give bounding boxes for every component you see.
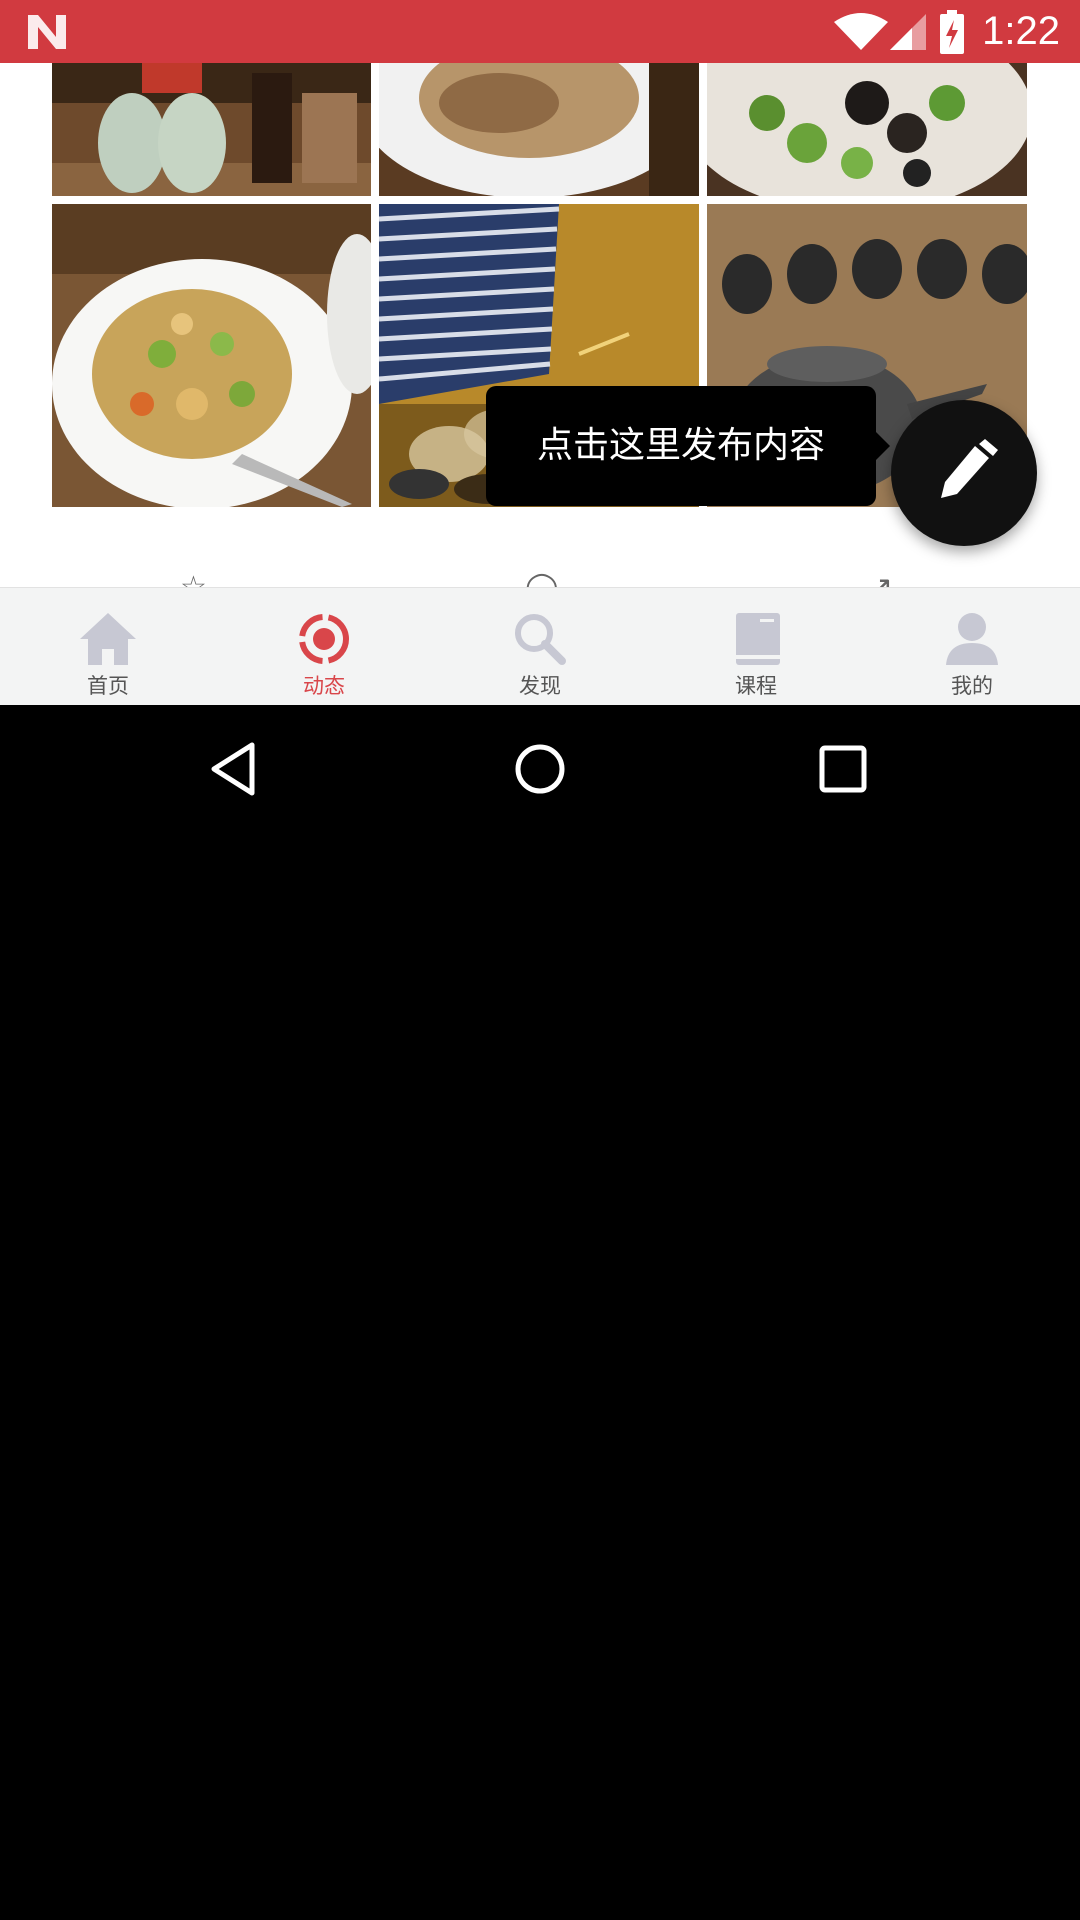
tab-discover[interactable]: 发现 [432,588,648,706]
comment-icon[interactable]: ◯ [525,570,559,588]
tab-label-discover: 发现 [519,674,561,698]
tab-label-home: 首页 [87,674,129,698]
tooltip-text: 点击这里发布内容 [536,425,825,466]
battery-charging-icon [940,10,964,54]
tab-label-feed: 动态 [303,674,345,698]
profile-icon [946,613,998,665]
tab-feed[interactable]: 动态 [216,588,432,706]
share-icon[interactable]: ↗ [868,570,893,588]
tab-label-courses: 课程 [735,674,777,698]
tooltip-arrow [876,432,890,460]
system-nav-bar [0,705,1080,833]
post-actions-row-cutoff: ☆ ◯ ↗ [0,570,1080,588]
recents-icon[interactable] [815,741,871,797]
like-icon[interactable]: ☆ [180,570,207,588]
home-circle-icon[interactable] [512,741,568,797]
home-icon [80,613,136,665]
tab-courses[interactable]: 课程 [648,588,864,706]
tab-home[interactable]: 首页 [0,588,216,706]
tab-label-profile: 我的 [951,674,993,698]
back-icon[interactable] [208,741,264,797]
publish-fab-button[interactable] [891,400,1037,546]
broccoli-mushroom-photo[interactable] [707,63,1027,196]
signal-icon [890,14,926,50]
book-icon [736,613,780,665]
tab-profile[interactable]: 我的 [864,588,1080,706]
status-bar: 1:22 [0,0,1080,63]
bottles-photo[interactable] [52,63,371,196]
pencil-icon [941,439,998,498]
n-notification-icon [28,15,66,49]
bottom-tab-bar: 首页 动态 发现 课程 我的 [0,587,1080,706]
fish-plate-photo[interactable] [379,63,699,196]
stir-fry-plate-photo[interactable] [52,204,371,507]
wifi-icon [834,13,888,50]
publish-tooltip: 点击这里发布内容 [486,386,890,506]
status-time: 1:22 [982,9,1060,53]
feed-icon [299,614,349,664]
search-icon [515,614,566,665]
